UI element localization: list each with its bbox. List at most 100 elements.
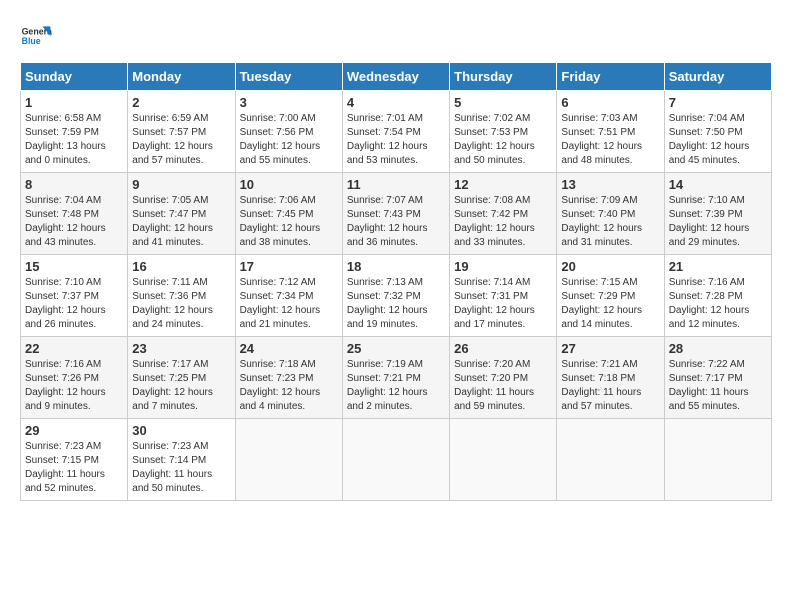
day-info: Sunrise: 7:00 AMSunset: 7:56 PMDaylight:… <box>240 113 321 166</box>
header-friday: Friday <box>557 63 664 91</box>
empty-cell <box>450 419 557 501</box>
day-cell-16: 16 Sunrise: 7:11 AMSunset: 7:36 PMDayligh… <box>128 255 235 337</box>
header-wednesday: Wednesday <box>342 63 449 91</box>
page-header: General Blue <box>20 20 772 52</box>
day-number: 18 <box>347 259 445 274</box>
day-number: 2 <box>132 95 230 110</box>
day-number: 10 <box>240 177 338 192</box>
day-number: 20 <box>561 259 659 274</box>
week-row-0: 1 Sunrise: 6:58 AMSunset: 7:59 PMDaylight… <box>21 91 772 173</box>
day-info: Sunrise: 7:22 AMSunset: 7:17 PMDaylight:… <box>669 359 749 412</box>
day-info: Sunrise: 7:19 AMSunset: 7:21 PMDaylight:… <box>347 359 428 412</box>
day-cell-10: 10Sunrise: 7:06 AMSunset: 7:45 PMDayligh… <box>235 173 342 255</box>
day-info: Sunrise: 7:15 AMSunset: 7:29 PMDaylight:… <box>561 277 642 330</box>
day-cell-12: 12Sunrise: 7:08 AMSunset: 7:42 PMDayligh… <box>450 173 557 255</box>
day-info: Sunrise: 7:02 AMSunset: 7:53 PMDaylight:… <box>454 113 535 166</box>
day-number: 23 <box>132 341 230 356</box>
day-cell-22: 22 Sunrise: 7:16 AMSunset: 7:26 PMDayligh… <box>21 337 128 419</box>
empty-cell <box>342 419 449 501</box>
day-number: 25 <box>347 341 445 356</box>
week-row-3: 22 Sunrise: 7:16 AMSunset: 7:26 PMDayligh… <box>21 337 772 419</box>
day-info: Sunrise: 7:10 AMSunset: 7:37 PMDaylight:… <box>25 277 106 330</box>
day-cell-17: 17Sunrise: 7:12 AMSunset: 7:34 PMDayligh… <box>235 255 342 337</box>
empty-cell <box>664 419 771 501</box>
day-number: 6 <box>561 95 659 110</box>
empty-cell <box>235 419 342 501</box>
day-cell-30: 30Sunrise: 7:23 AMSunset: 7:14 PMDayligh… <box>128 419 235 501</box>
day-info: Sunrise: 7:18 AMSunset: 7:23 PMDaylight:… <box>240 359 321 412</box>
header-saturday: Saturday <box>664 63 771 91</box>
day-number: 19 <box>454 259 552 274</box>
day-cell-23: 23 Sunrise: 7:17 AMSunset: 7:25 PMDayligh… <box>128 337 235 419</box>
day-cell-20: 20 Sunrise: 7:15 AMSunset: 7:29 PMDayligh… <box>557 255 664 337</box>
day-number: 28 <box>669 341 767 356</box>
day-cell-11: 11 Sunrise: 7:07 AMSunset: 7:43 PMDayligh… <box>342 173 449 255</box>
day-info: Sunrise: 7:13 AMSunset: 7:32 PMDaylight:… <box>347 277 428 330</box>
day-info: Sunrise: 7:14 AMSunset: 7:31 PMDaylight:… <box>454 277 535 330</box>
day-cell-14: 14Sunrise: 7:10 AMSunset: 7:39 PMDayligh… <box>664 173 771 255</box>
day-info: Sunrise: 7:05 AMSunset: 7:47 PMDaylight:… <box>132 195 213 248</box>
day-cell-9: 9 Sunrise: 7:05 AMSunset: 7:47 PMDaylight… <box>128 173 235 255</box>
day-info: Sunrise: 7:21 AMSunset: 7:18 PMDaylight:… <box>561 359 641 412</box>
day-number: 26 <box>454 341 552 356</box>
day-cell-6: 6Sunrise: 7:03 AMSunset: 7:51 PMDaylight… <box>557 91 664 173</box>
day-number: 12 <box>454 177 552 192</box>
day-cell-8: 8 Sunrise: 7:04 AMSunset: 7:48 PMDaylight… <box>21 173 128 255</box>
logo-icon: General Blue <box>20 20 52 52</box>
day-cell-28: 28 Sunrise: 7:22 AMSunset: 7:17 PMDayligh… <box>664 337 771 419</box>
day-number: 3 <box>240 95 338 110</box>
day-number: 8 <box>25 177 123 192</box>
day-info: Sunrise: 7:11 AMSunset: 7:36 PMDaylight:… <box>132 277 213 330</box>
day-cell-7: 7Sunrise: 7:04 AMSunset: 7:50 PMDaylight… <box>664 91 771 173</box>
day-info: Sunrise: 7:16 AMSunset: 7:26 PMDaylight:… <box>25 359 106 412</box>
day-info: Sunrise: 7:09 AMSunset: 7:40 PMDaylight:… <box>561 195 642 248</box>
day-cell-29: 29 Sunrise: 7:23 AMSunset: 7:15 PMDayligh… <box>21 419 128 501</box>
day-number: 13 <box>561 177 659 192</box>
day-info: Sunrise: 6:58 AMSunset: 7:59 PMDaylight:… <box>25 113 106 166</box>
day-number: 4 <box>347 95 445 110</box>
day-cell-4: 4 Sunrise: 7:01 AMSunset: 7:54 PMDaylight… <box>342 91 449 173</box>
week-row-1: 8 Sunrise: 7:04 AMSunset: 7:48 PMDaylight… <box>21 173 772 255</box>
day-info: Sunrise: 7:01 AMSunset: 7:54 PMDaylight:… <box>347 113 428 166</box>
header-monday: Monday <box>128 63 235 91</box>
day-info: Sunrise: 7:04 AMSunset: 7:50 PMDaylight:… <box>669 113 750 166</box>
day-info: Sunrise: 7:23 AMSunset: 7:15 PMDaylight:… <box>25 441 105 494</box>
day-number: 17 <box>240 259 338 274</box>
header-thursday: Thursday <box>450 63 557 91</box>
header-tuesday: Tuesday <box>235 63 342 91</box>
day-cell-5: 5 Sunrise: 7:02 AMSunset: 7:53 PMDaylight… <box>450 91 557 173</box>
day-cell-13: 13 Sunrise: 7:09 AMSunset: 7:40 PMDayligh… <box>557 173 664 255</box>
empty-cell <box>557 419 664 501</box>
day-number: 1 <box>25 95 123 110</box>
day-number: 5 <box>454 95 552 110</box>
day-cell-26: 26 Sunrise: 7:20 AMSunset: 7:20 PMDayligh… <box>450 337 557 419</box>
day-cell-24: 24 Sunrise: 7:18 AMSunset: 7:23 PMDayligh… <box>235 337 342 419</box>
day-cell-1: 1 Sunrise: 6:58 AMSunset: 7:59 PMDaylight… <box>21 91 128 173</box>
day-number: 29 <box>25 423 123 438</box>
day-number: 11 <box>347 177 445 192</box>
day-info: Sunrise: 7:17 AMSunset: 7:25 PMDaylight:… <box>132 359 213 412</box>
day-info: Sunrise: 6:59 AMSunset: 7:57 PMDaylight:… <box>132 113 213 166</box>
day-number: 27 <box>561 341 659 356</box>
day-number: 15 <box>25 259 123 274</box>
day-info: Sunrise: 7:07 AMSunset: 7:43 PMDaylight:… <box>347 195 428 248</box>
day-info: Sunrise: 7:04 AMSunset: 7:48 PMDaylight:… <box>25 195 106 248</box>
day-number: 24 <box>240 341 338 356</box>
day-number: 22 <box>25 341 123 356</box>
logo: General Blue <box>20 20 52 52</box>
day-number: 16 <box>132 259 230 274</box>
day-cell-25: 25 Sunrise: 7:19 AMSunset: 7:21 PMDayligh… <box>342 337 449 419</box>
day-number: 14 <box>669 177 767 192</box>
svg-text:Blue: Blue <box>22 36 41 46</box>
week-row-4: 29 Sunrise: 7:23 AMSunset: 7:15 PMDayligh… <box>21 419 772 501</box>
header-row: SundayMondayTuesdayWednesdayThursdayFrid… <box>21 63 772 91</box>
day-number: 21 <box>669 259 767 274</box>
day-info: Sunrise: 7:16 AMSunset: 7:28 PMDaylight:… <box>669 277 750 330</box>
day-cell-19: 19 Sunrise: 7:14 AMSunset: 7:31 PMDayligh… <box>450 255 557 337</box>
day-cell-18: 18 Sunrise: 7:13 AMSunset: 7:32 PMDayligh… <box>342 255 449 337</box>
day-info: Sunrise: 7:23 AMSunset: 7:14 PMDaylight:… <box>132 441 212 494</box>
day-cell-21: 21 Sunrise: 7:16 AMSunset: 7:28 PMDayligh… <box>664 255 771 337</box>
day-info: Sunrise: 7:20 AMSunset: 7:20 PMDaylight:… <box>454 359 534 412</box>
day-cell-15: 15 Sunrise: 7:10 AMSunset: 7:37 PMDayligh… <box>21 255 128 337</box>
day-number: 9 <box>132 177 230 192</box>
